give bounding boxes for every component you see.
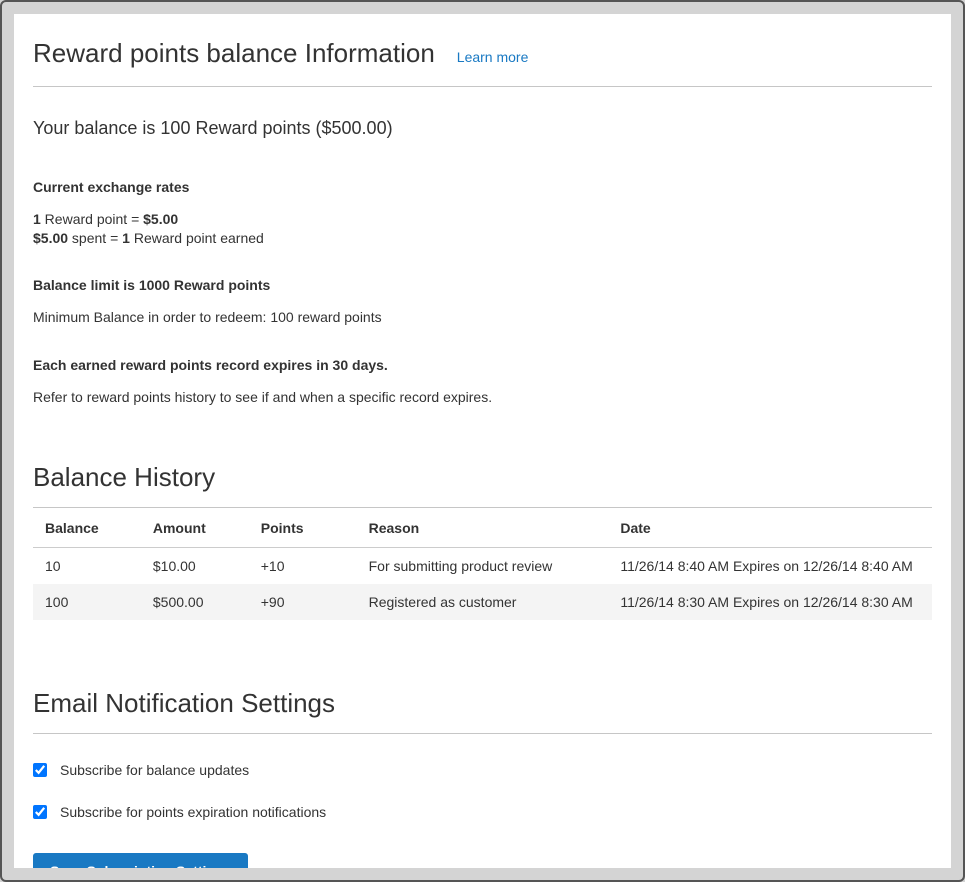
email-settings-section: Email Notification Settings Subscribe fo… <box>33 688 932 868</box>
learn-more-link[interactable]: Learn more <box>457 49 529 65</box>
rate2-text-tail: Reward point earned <box>130 230 264 246</box>
balance-history-heading: Balance History <box>33 462 932 508</box>
subscribe-expiration-label[interactable]: Subscribe for points expiration notifica… <box>60 804 326 820</box>
balance-history-section: Balance History Balance Amount Points Re… <box>33 462 932 620</box>
rate1-text: Reward point = <box>41 211 143 227</box>
minimum-balance-line: Minimum Balance in order to redeem: 100 … <box>33 309 932 325</box>
cell-balance: 100 <box>33 584 141 620</box>
cell-date: 11/26/14 8:40 AM Expires on 12/26/14 8:4… <box>608 548 932 585</box>
exchange-rates-heading: Current exchange rates <box>33 179 932 195</box>
subscribe-balance-updates-checkbox[interactable] <box>33 763 47 777</box>
page-title-row: Reward points balance Information Learn … <box>33 26 932 87</box>
table-row: 10 $10.00 +10 For submitting product rev… <box>33 548 932 585</box>
subscribe-balance-updates-label[interactable]: Subscribe for balance updates <box>60 762 249 778</box>
expiry-note: Refer to reward points history to see if… <box>33 389 932 405</box>
exchange-rate-line-2: $5.00 spent = 1 Reward point earned <box>33 229 932 248</box>
rate1-bold-points: 1 <box>33 211 41 227</box>
column-header-balance: Balance <box>33 508 141 548</box>
table-row: 100 $500.00 +90 Registered as customer 1… <box>33 584 932 620</box>
table-header-row: Balance Amount Points Reason Date <box>33 508 932 548</box>
rate2-bold-amount: $5.00 <box>33 230 68 246</box>
cell-date: 11/26/14 8:30 AM Expires on 12/26/14 8:3… <box>608 584 932 620</box>
subscribe-balance-updates-row: Subscribe for balance updates <box>33 762 932 778</box>
cell-reason: Registered as customer <box>357 584 609 620</box>
cell-amount: $10.00 <box>141 548 249 585</box>
balance-history-table: Balance Amount Points Reason Date 10 $10… <box>33 508 932 620</box>
cell-reason: For submitting product review <box>357 548 609 585</box>
rate2-bold-points: 1 <box>122 230 130 246</box>
rewards-page: Reward points balance Information Learn … <box>14 14 951 868</box>
email-settings-heading: Email Notification Settings <box>33 688 932 734</box>
expiry-heading: Each earned reward points record expires… <box>33 357 932 373</box>
column-header-points: Points <box>249 508 357 548</box>
page-title: Reward points balance Information <box>33 38 435 69</box>
balance-summary: Your balance is 100 Reward points ($500.… <box>33 118 932 139</box>
window-frame: Reward points balance Information Learn … <box>0 0 965 882</box>
column-header-amount: Amount <box>141 508 249 548</box>
rate2-text: spent = <box>68 230 122 246</box>
exchange-rate-line-1: 1 Reward point = $5.00 <box>33 210 932 229</box>
cell-amount: $500.00 <box>141 584 249 620</box>
rate1-bold-amount: $5.00 <box>143 211 178 227</box>
balance-limit-heading: Balance limit is 1000 Reward points <box>33 277 932 293</box>
column-header-reason: Reason <box>357 508 609 548</box>
subscribe-expiration-row: Subscribe for points expiration notifica… <box>33 804 932 820</box>
cell-points: +90 <box>249 584 357 620</box>
save-subscription-settings-button[interactable]: Save Subscription Settings <box>33 853 248 868</box>
cell-balance: 10 <box>33 548 141 585</box>
cell-points: +10 <box>249 548 357 585</box>
subscribe-expiration-checkbox[interactable] <box>33 805 47 819</box>
column-header-date: Date <box>608 508 932 548</box>
